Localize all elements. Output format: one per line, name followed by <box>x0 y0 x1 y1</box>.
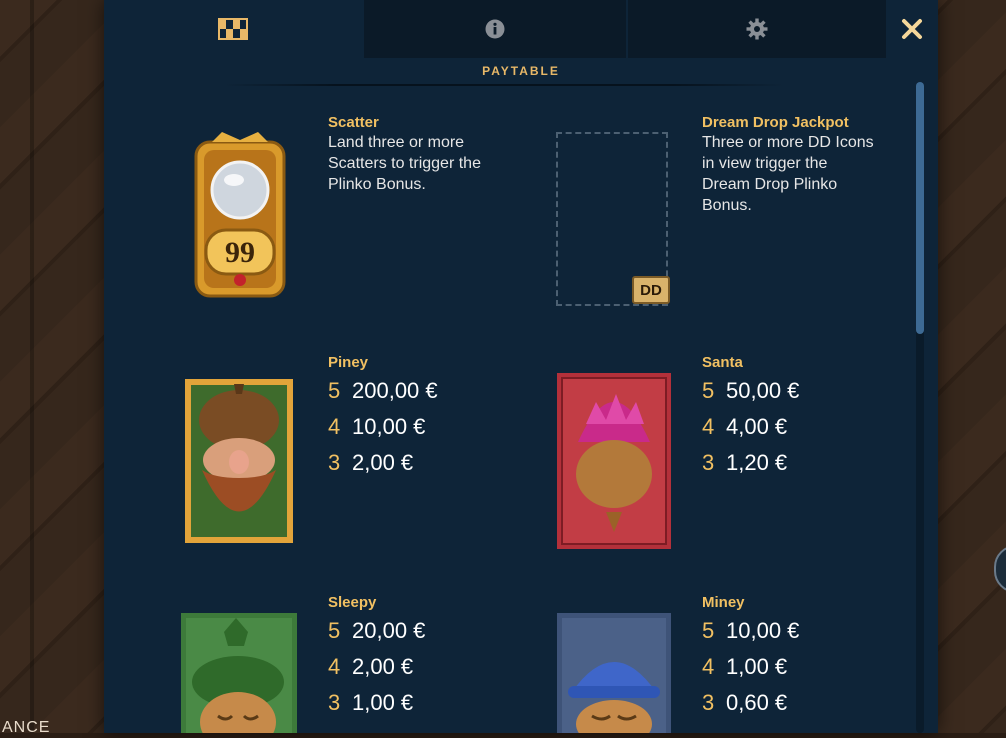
sleepy-pay-4: 4 2,00 € <box>328 654 414 679</box>
scrollbar-thumb[interactable] <box>916 82 924 334</box>
dd-badge-icon: DD <box>632 276 670 304</box>
svg-text:99: 99 <box>225 236 255 269</box>
miney-name: Miney <box>702 594 745 611</box>
santa-pay-4: 4 4,00 € <box>702 414 788 439</box>
section-title: PAYTABLE <box>482 64 560 78</box>
piney-pay-3: 3 2,00 € <box>328 450 414 475</box>
tab-paytable[interactable] <box>104 0 362 58</box>
sleepy-symbol-icon <box>180 612 298 738</box>
sleepy-pay-5: 5 20,00 € <box>328 618 426 643</box>
dream-drop-name: Dream Drop Jackpot <box>702 114 849 131</box>
santa-pay-5: 5 50,00 € <box>702 378 800 403</box>
miney-symbol-icon <box>556 612 672 738</box>
santa-pay-3: 3 1,20 € <box>702 450 788 475</box>
close-button[interactable] <box>886 0 938 58</box>
santa-name: Santa <box>702 354 743 371</box>
piney-symbol-icon <box>184 378 294 549</box>
gear-icon <box>746 18 768 40</box>
piney-pay-5: 5 200,00 € <box>328 378 438 403</box>
miney-pay-4: 4 1,00 € <box>702 654 788 679</box>
piney-name: Piney <box>328 354 369 371</box>
background-label: ANCE <box>2 719 51 736</box>
tab-info[interactable] <box>364 0 626 58</box>
scatter-description: Land three or more Scatters to trigger t… <box>328 134 481 193</box>
info-icon <box>485 19 505 39</box>
scatter-symbol-icon: 99 <box>192 132 288 307</box>
close-icon <box>902 19 922 39</box>
title-divider <box>224 84 784 86</box>
dream-drop-placeholder: DD <box>556 132 670 306</box>
miney-pay-3: 3 0,60 € <box>702 690 788 715</box>
dream-drop-description: Three or more DD Icons in view trigger t… <box>702 134 874 214</box>
santa-symbol-icon <box>556 372 672 555</box>
sleepy-name: Sleepy <box>328 594 377 611</box>
tab-settings[interactable] <box>628 0 886 58</box>
checkered-grid-icon <box>218 18 248 40</box>
miney-pay-5: 5 10,00 € <box>702 618 800 643</box>
tab-bar <box>104 0 938 60</box>
side-button[interactable] <box>994 545 1006 593</box>
scatter-name: Scatter <box>328 114 379 131</box>
sleepy-pay-3: 3 1,00 € <box>328 690 414 715</box>
piney-pay-4: 4 10,00 € <box>328 414 426 439</box>
paytable-panel: PAYTABLE 99 Scatter Land three or more S… <box>104 0 938 738</box>
